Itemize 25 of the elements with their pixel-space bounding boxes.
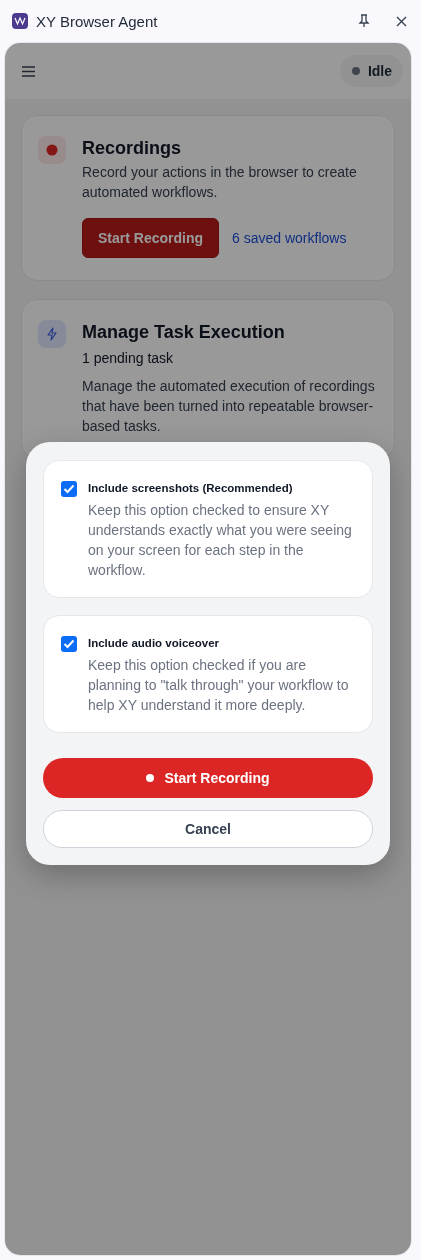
- close-icon[interactable]: [396, 15, 407, 27]
- status-text: Idle: [367, 63, 392, 79]
- option-label: Include screenshots (Recommended): [88, 481, 294, 496]
- card-description: Record your actions in the browser to create automated workflows.: [82, 163, 358, 202]
- pending-count: 1 pending task: [82, 349, 175, 368]
- record-icon: [38, 136, 66, 164]
- option-description: Keep this option checked if you are planning to "talk through" your workflow to help XY understand it more deeply.: [88, 656, 350, 715]
- checkbox[interactable]: [61, 481, 77, 497]
- option-description: Keep this option checked to ensure XY understands exactly what you were seeing on your screen for each step in the workflow.: [88, 501, 353, 580]
- card-title: Manage Task Execution: [82, 321, 286, 344]
- card-description: Manage the automated execution of recordings that have been turned into repeatable browser-based tasks.: [82, 377, 376, 436]
- menu-icon[interactable]: [22, 65, 35, 77]
- pin-icon[interactable]: [358, 14, 370, 28]
- option-label: Include audio voiceover: [88, 636, 220, 651]
- card-title: Recordings: [82, 137, 183, 160]
- start-recording-button[interactable]: Start Recording: [82, 218, 219, 258]
- checkbox[interactable]: [61, 636, 77, 652]
- record-dot-icon: [146, 774, 155, 782]
- app-logo-icon: [12, 13, 28, 29]
- status-dot-icon: [351, 67, 360, 75]
- saved-workflows-link[interactable]: 6 saved workflows: [232, 230, 347, 246]
- window-title: XY Browser Agent: [36, 12, 159, 30]
- cancel-button[interactable]: Cancel: [43, 810, 373, 848]
- start-recording-button[interactable]: Start Recording: [43, 758, 373, 798]
- lightning-icon: [38, 320, 66, 348]
